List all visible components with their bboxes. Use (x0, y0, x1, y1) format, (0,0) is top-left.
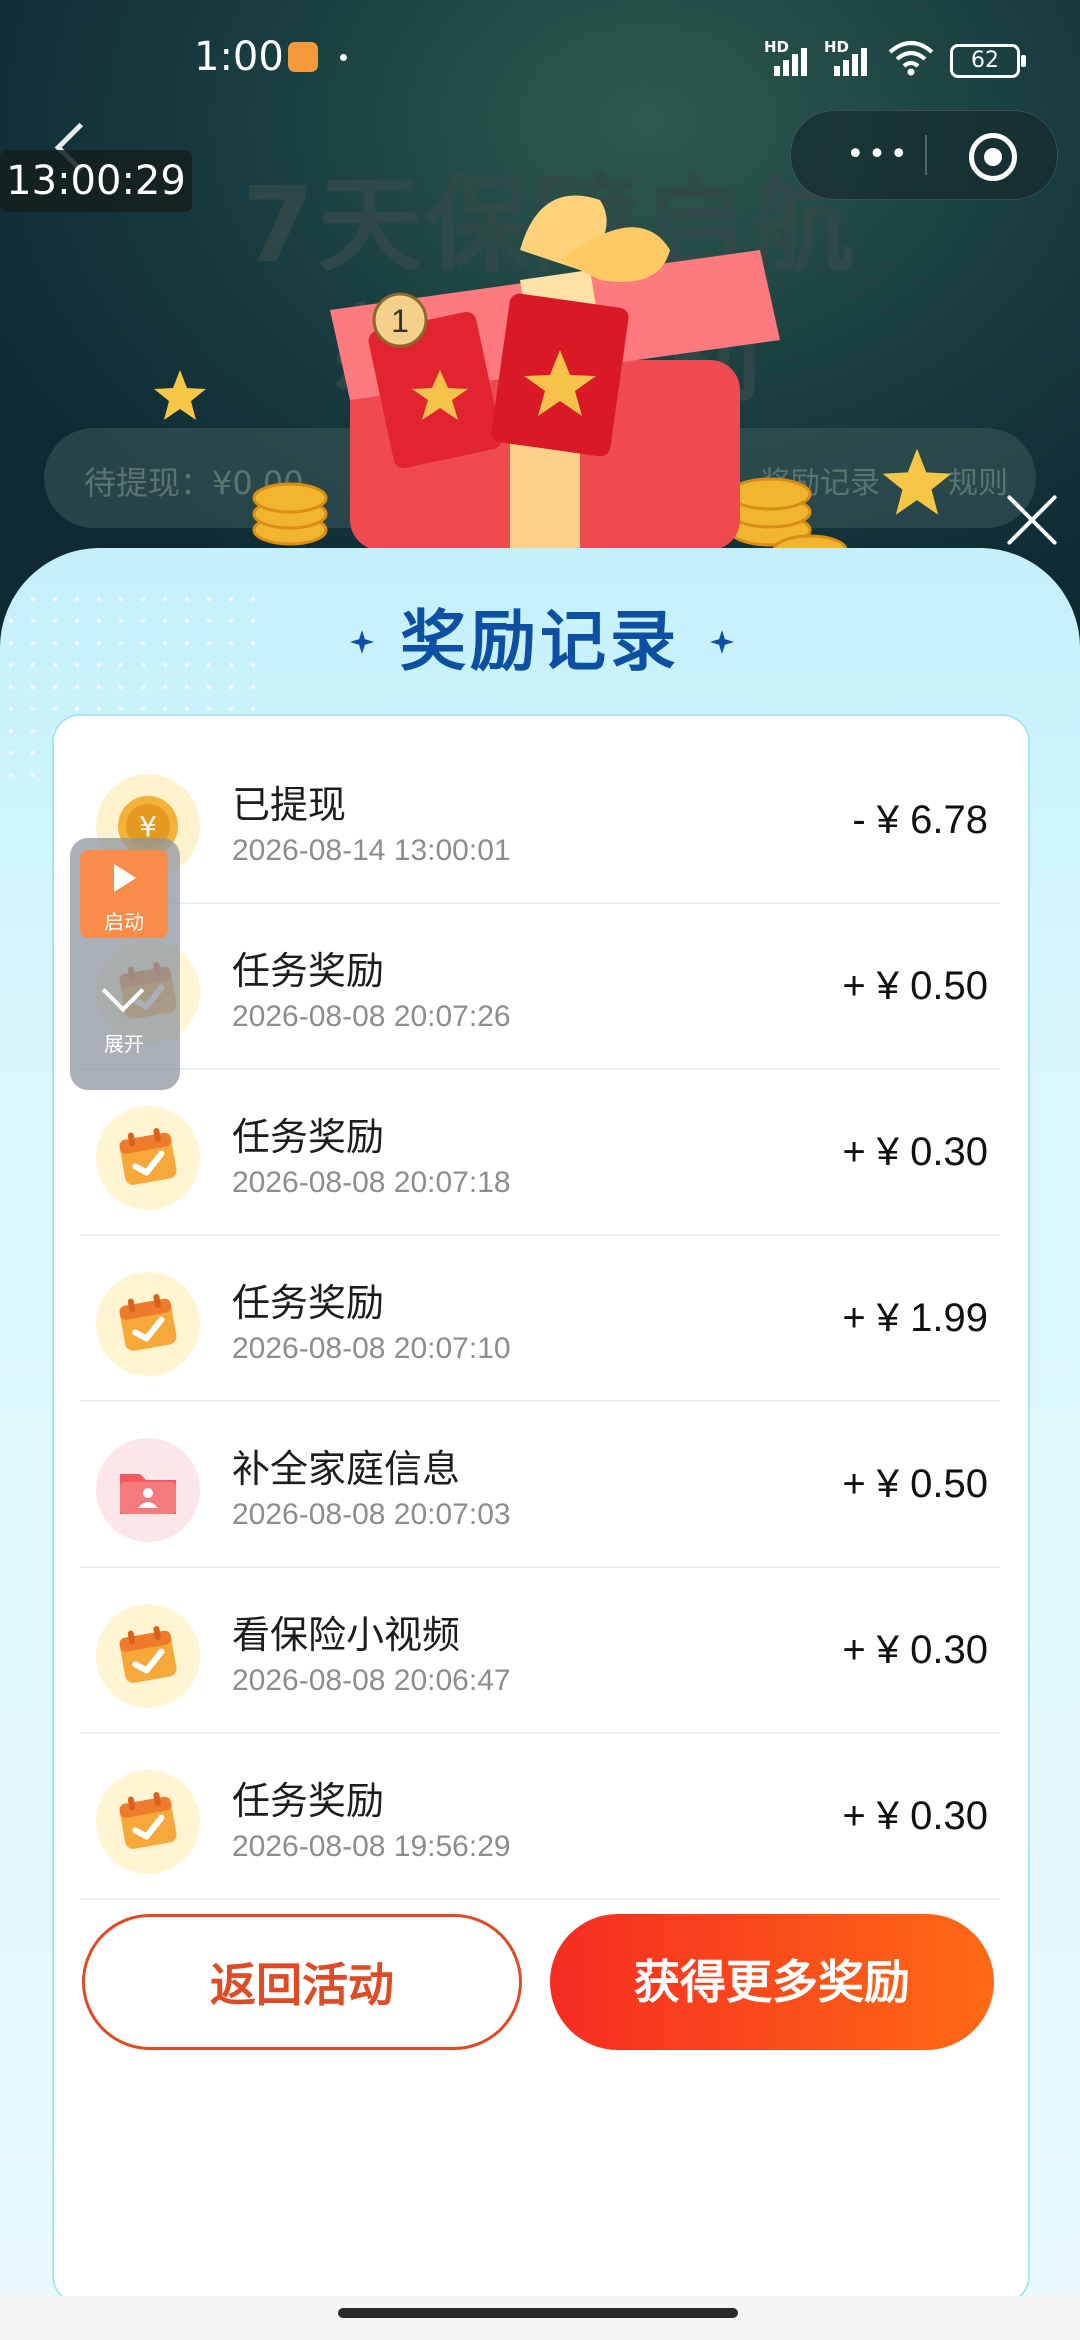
app-notification-icon (288, 42, 318, 72)
coin-badge: 1 (391, 303, 409, 339)
record-row: 任务奖励 2026-08-08 20:07:10 + ¥ 1.99 (80, 1236, 1000, 1402)
records-card: ¥ 已提现 2026-08-14 13:00:01- ¥ 6.78 任务奖励 2026-… (52, 714, 1030, 2304)
start-button[interactable]: 启动 (80, 850, 168, 938)
record-row: 任务奖励 2026-08-08 20:07:26 + ¥ 0.50 (80, 904, 1000, 1070)
record-amount: + ¥ 1.99 (842, 1296, 988, 1340)
wifi-icon (888, 40, 934, 81)
record-row: 任务奖励 2026-08-08 19:56:29 + ¥ 0.30 (80, 1734, 1000, 1900)
record-amount: - ¥ 6.78 (852, 798, 988, 842)
signal-icon: HD (824, 38, 878, 76)
calendar-check-icon (96, 1604, 200, 1708)
record-title: 任务奖励 (232, 1281, 385, 1325)
notification-dot-icon (340, 54, 347, 61)
record-row: ¥ 已提现 2026-08-14 13:00:01- ¥ 6.78 (80, 738, 1000, 904)
get-more-rewards-button[interactable]: 获得更多奖励 (550, 1914, 994, 2050)
record-title: 任务奖励 (232, 1115, 385, 1159)
record-title: 任务奖励 (232, 949, 385, 993)
play-icon (114, 864, 136, 892)
records-list: ¥ 已提现 2026-08-14 13:00:01- ¥ 6.78 任务奖励 2026-… (80, 738, 1000, 2064)
bottom-nav-area (0, 2296, 1080, 2340)
close-miniapp-icon[interactable] (969, 133, 1017, 181)
record-title: 任务奖励 (232, 1779, 385, 1823)
record-row: 补全家庭信息 2026-08-08 20:07:03 + ¥ 0.50 (80, 1402, 1000, 1568)
back-to-activity-button[interactable]: 返回活动 (82, 1914, 522, 2050)
record-row: 看保险小视频 2026-08-08 20:06:47 + ¥ 0.30 (80, 1568, 1000, 1734)
close-icon[interactable] (1004, 492, 1060, 548)
calendar-check-icon (96, 1770, 200, 1874)
record-title: 看保险小视频 (232, 1613, 461, 1657)
folder-person-icon (96, 1438, 200, 1542)
miniapp-capsule: ••• (790, 110, 1058, 200)
capsule-divider (925, 135, 927, 175)
floating-widget: 启动 展开 (70, 838, 180, 1090)
record-row: 任务奖励 2026-08-08 20:07:18 + ¥ 0.30 (80, 1070, 1000, 1236)
calendar-check-icon (96, 1106, 200, 1210)
record-amount: + ¥ 0.30 (842, 1628, 988, 1672)
reward-records-sheet: 奖励记录 ¥ 已提现 2026-08-14 13:00:01- ¥ 6.78 任务奖励… (0, 548, 1080, 2340)
record-amount: + ¥ 0.50 (842, 1462, 988, 1506)
record-date: 2026-08-08 20:07:18 (232, 1166, 511, 1199)
calendar-check-icon (96, 1272, 200, 1376)
record-title: 已提现 (232, 783, 347, 827)
record-date: 2026-08-08 20:07:26 (232, 1000, 511, 1033)
sheet-title: 奖励记录 (394, 588, 686, 684)
record-date: 2026-08-08 19:56:29 (232, 1830, 511, 1863)
status-bar: 1:00 HD HD 62 (0, 0, 1080, 120)
battery-icon: 62 (950, 44, 1026, 78)
home-indicator[interactable] (338, 2308, 738, 2318)
expand-button[interactable]: 展开 (80, 968, 168, 1068)
expand-label: 展开 (104, 1032, 144, 1056)
star-icon (882, 448, 952, 515)
record-amount: + ¥ 0.30 (842, 1794, 988, 1838)
signal-icon: HD (764, 38, 818, 76)
timer-overlay: 13:00:29 (0, 150, 192, 212)
record-title: 补全家庭信息 (232, 1447, 461, 1491)
bg-rules-link: 规则 (948, 466, 1008, 501)
gift-box-illustration: 1 (330, 195, 780, 550)
record-date: 2026-08-08 20:07:10 (232, 1332, 511, 1365)
record-date: 2026-08-14 13:00:01 (232, 834, 511, 867)
more-icon[interactable]: ••• (831, 140, 927, 170)
record-amount: + ¥ 0.30 (842, 1130, 988, 1174)
star-icon (154, 370, 206, 420)
record-date: 2026-08-08 20:06:47 (232, 1664, 511, 1697)
status-time: 1:00 (194, 34, 284, 80)
record-date: 2026-08-08 20:07:03 (232, 1498, 511, 1531)
start-label: 启动 (104, 910, 144, 934)
record-amount: + ¥ 0.50 (842, 964, 988, 1008)
chevron-down-icon (101, 969, 145, 1013)
